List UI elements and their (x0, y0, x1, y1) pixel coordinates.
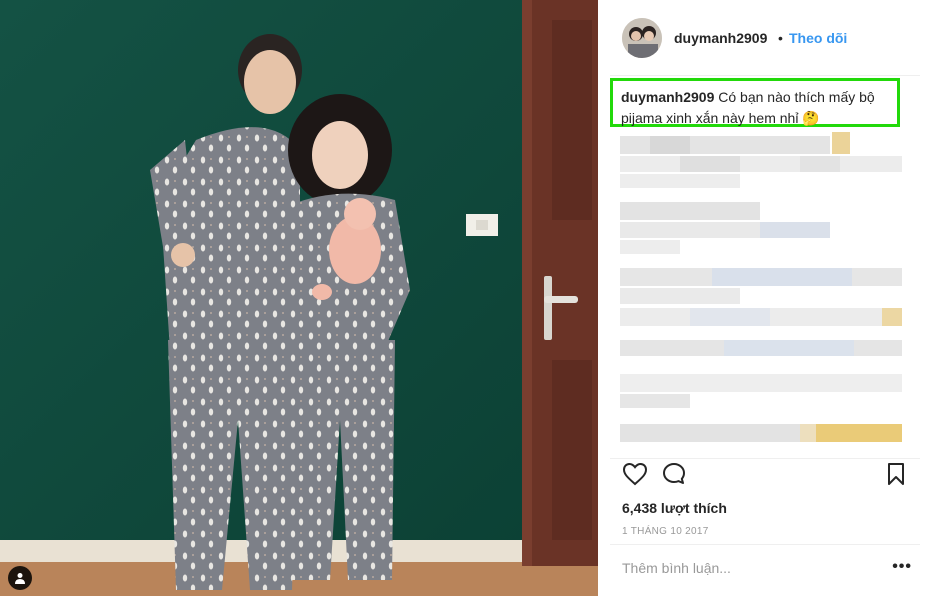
heart-icon[interactable] (622, 462, 648, 491)
comments-divider (610, 458, 920, 459)
post-side-panel: duymanh2909 • Theo dõi duymanh2909 Có bạ… (598, 0, 932, 596)
photo-image (0, 0, 598, 596)
header-separator: • (778, 30, 783, 46)
likes-count[interactable]: 6,438 lượt thích (622, 500, 727, 516)
caption-highlight: duymanh2909 Có bạn nào thích mấy bộ pija… (610, 78, 900, 127)
comment-input[interactable] (622, 560, 882, 576)
date-divider (610, 544, 920, 545)
post-photo[interactable] (0, 0, 598, 596)
comment-bubble-icon[interactable] (662, 462, 686, 491)
header-divider (610, 75, 920, 76)
avatar[interactable] (622, 18, 662, 58)
comment-form: ••• (622, 556, 912, 588)
follow-button[interactable]: Theo dõi (789, 30, 847, 46)
bookmark-icon[interactable] (886, 462, 906, 491)
action-bar (598, 462, 932, 494)
blurred-comments (620, 128, 904, 458)
caption-username[interactable]: duymanh2909 (621, 89, 714, 105)
person-tag-icon[interactable] (8, 566, 32, 590)
post-date: 1 THÁNG 10 2017 (622, 526, 709, 537)
header-username[interactable]: duymanh2909 (674, 30, 767, 46)
more-options-button[interactable]: ••• (892, 558, 912, 576)
